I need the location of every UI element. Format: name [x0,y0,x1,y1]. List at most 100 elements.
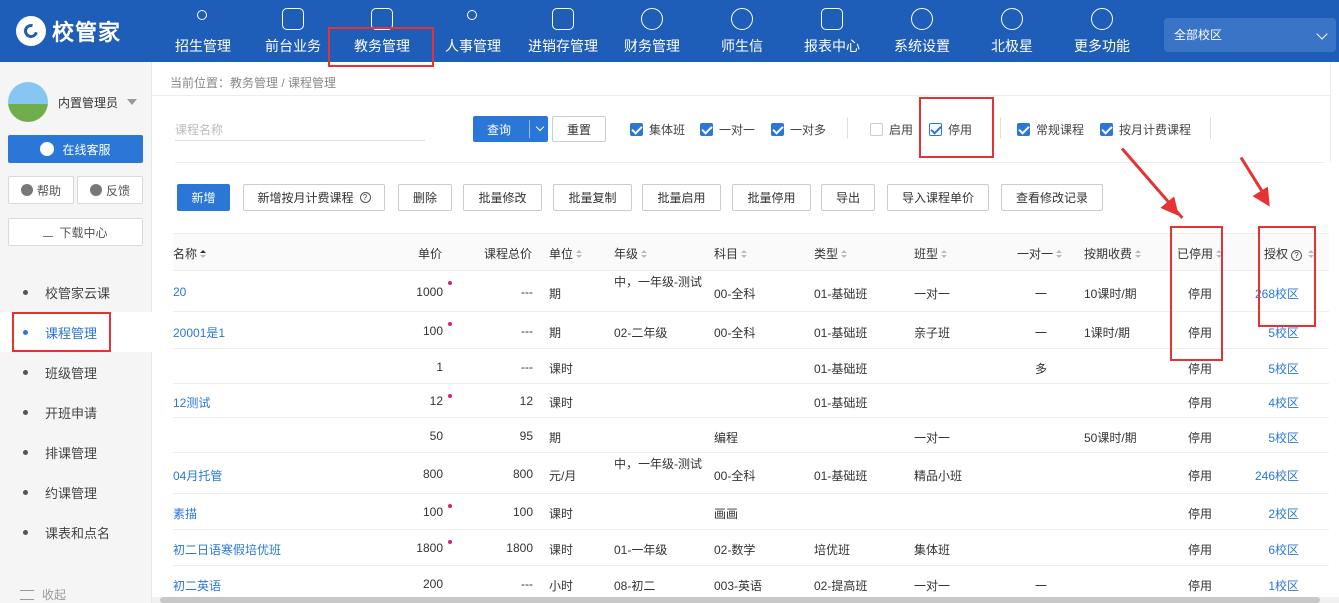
cell-name[interactable]: 20 [173,285,186,299]
sort-icon[interactable] [641,250,648,259]
nav-item-enrollment[interactable]: 招生管理 [158,0,248,62]
nav-item-more[interactable]: 更多功能 [1057,0,1147,62]
help-button[interactable]: 帮助 [8,176,74,204]
column-header-one-to-one[interactable]: 一对一 [1017,245,1063,262]
nav-item-reports[interactable]: 报表中心 [787,0,877,62]
table-row[interactable]: 50 95 期 编程 一对一 50课时/期 停用 5校区 [173,418,1329,453]
column-header-period-billing[interactable]: 按期收费 [1084,245,1142,262]
query-button[interactable]: 查询 [473,116,548,142]
batch-enable-button[interactable]: 批量启用 [642,184,721,211]
caret-down-icon[interactable] [127,99,137,105]
sidebar-item-booking[interactable]: 约课管理 [0,472,152,512]
cell-authorization[interactable]: 5校区 [1254,360,1299,377]
view-change-log-button[interactable]: 查看修改记录 [1001,184,1103,211]
checkbox-icon[interactable] [630,123,643,136]
column-header-name[interactable]: 名称 [173,245,207,262]
online-service-button[interactable]: 在线客服 [8,135,143,163]
checkbox-monthly-billing[interactable]: 按月计费课程 [1100,121,1191,138]
add-button[interactable]: 新增 [177,184,230,211]
vertical-scrollbar[interactable] [1330,62,1339,162]
batch-edit-button[interactable]: 批量修改 [463,184,542,211]
sidebar-item-open-class-request[interactable]: 开班申请 [0,392,152,432]
sidebar-item-scheduling[interactable]: 排课管理 [0,432,152,472]
user-name[interactable]: 内置管理员 [58,94,118,111]
campus-select[interactable]: 全部校区 [1164,18,1336,52]
import-course-price-button[interactable]: 导入课程单价 [887,184,989,211]
nav-label: 系统设置 [894,38,950,54]
column-header-subject[interactable]: 科目 [714,245,748,262]
logo[interactable]: 校管家 [16,16,121,46]
sort-icon[interactable] [841,250,848,259]
checkbox-icon[interactable] [771,123,784,136]
sort-icon[interactable] [200,250,207,259]
cell-authorization[interactable]: 4校区 [1254,394,1299,411]
cell-price: 800 [422,466,443,481]
checkbox-one-to-one[interactable]: 一对一 [700,121,755,138]
cell-name[interactable]: 初二日语寒假培优班 [173,541,281,558]
sort-icon[interactable] [1056,250,1063,259]
sort-icon[interactable] [1135,250,1142,259]
feedback-button[interactable]: 反馈 [77,176,143,204]
column-header-type[interactable]: 类型 [814,245,848,262]
checkbox-icon[interactable] [1100,123,1113,136]
cell-authorization[interactable]: 246校区 [1254,467,1299,484]
course-name-search-input[interactable]: 课程名称 [175,115,425,141]
delete-button[interactable]: 删除 [398,184,452,211]
cell-grade: 01-一年级 [614,543,668,557]
checkbox-group-class[interactable]: 集体班 [630,121,685,138]
table-row[interactable]: 20 1000 --- 期中，一年级-测试 00-全科 01-基础班 一对一一 10课时/期停… [173,271,1329,312]
chevron-down-icon[interactable] [535,122,545,132]
table-row[interactable]: 初二日语寒假培优班 1800 1800 课时 01-一年级 02-数学 培优班 集体班 停用 6校… [173,530,1329,566]
table-row[interactable]: 12测试 12 12 课时 01-基础班 停用 4校区 [173,384,1329,418]
reset-button[interactable]: 重置 [552,116,606,142]
table-row[interactable]: 04月托管 800 800 元/月 中，一年级-测试 00-全科 01-基础班 精品小班 停用 2… [173,453,1329,494]
table-row[interactable]: 1 --- 课时 01-基础班 多 停用 5校区 [173,349,1329,384]
download-center-button[interactable]: 下载中心 [8,218,143,246]
checkbox-enabled[interactable]: 启用 [870,121,913,138]
sidebar-item-class-management[interactable]: 班级管理 [0,352,152,392]
export-button[interactable]: 导出 [821,184,875,211]
sort-icon[interactable] [576,250,583,259]
batch-disable-button[interactable]: 批量停用 [732,184,811,211]
checkbox-icon[interactable] [1017,123,1030,136]
table-row[interactable]: 素描 100 100 课时 画画 停用 2校区 [173,494,1329,530]
nav-item-inventory[interactable]: 进销存管理 [518,0,608,62]
checkbox-icon[interactable] [870,123,883,136]
collapse-label: 收起 [42,588,67,602]
table-row[interactable]: 20001是1 100 --- 期 02-二年级 00-全科 01-基础班 亲子班 一 1课时/期… [173,312,1329,349]
column-header-grade[interactable]: 年级 [614,245,648,262]
horizontal-scrollbar[interactable] [152,597,1339,603]
checkbox-one-to-many[interactable]: 一对多 [771,121,826,138]
batch-copy-button[interactable]: 批量复制 [553,184,632,211]
chat-icon [731,8,753,30]
add-monthly-course-button[interactable]: 新增按月计费课程? [243,184,385,211]
column-header-unit[interactable]: 单位 [549,245,583,262]
cell-name[interactable]: 12测试 [173,394,210,411]
collapse-button[interactable]: 收起 [20,586,66,603]
column-header-class-type[interactable]: 班型 [914,245,948,262]
sort-icon[interactable] [941,250,948,259]
checkbox-regular-course[interactable]: 常规课程 [1017,121,1084,138]
cell-authorization[interactable]: 5校区 [1254,429,1299,446]
nav-item-front-desk[interactable]: 前台业务 [248,0,338,62]
sort-icon[interactable] [741,250,748,259]
sidebar-item-cloud-class[interactable]: 校管家云课 [0,272,152,312]
avatar[interactable] [8,82,48,122]
help-icon[interactable]: ? [359,192,371,203]
cell-authorization[interactable]: 2校区 [1254,505,1299,522]
nav-item-finance[interactable]: 财务管理 [607,0,697,62]
nav-item-settings[interactable]: 系统设置 [877,0,967,62]
checkbox-icon[interactable] [700,123,713,136]
sidebar-item-timetable[interactable]: 课表和点名 [0,512,152,552]
cell-authorization[interactable]: 6校区 [1254,541,1299,558]
cell-name[interactable]: 20001是1 [173,324,225,341]
cell-name[interactable]: 初二英语 [173,577,221,594]
cell-name[interactable]: 素描 [173,505,197,522]
cell-total: 800 [512,466,533,481]
nav-item-polaris[interactable]: 北极星 [967,0,1057,62]
scrollbar-thumb[interactable] [160,597,1320,603]
cell-name[interactable]: 04月托管 [173,467,222,484]
nav-item-messaging[interactable]: 师生信 [697,0,787,62]
cell-authorization[interactable]: 1校区 [1254,577,1299,594]
nav-item-hr[interactable]: 人事管理 [428,0,518,62]
